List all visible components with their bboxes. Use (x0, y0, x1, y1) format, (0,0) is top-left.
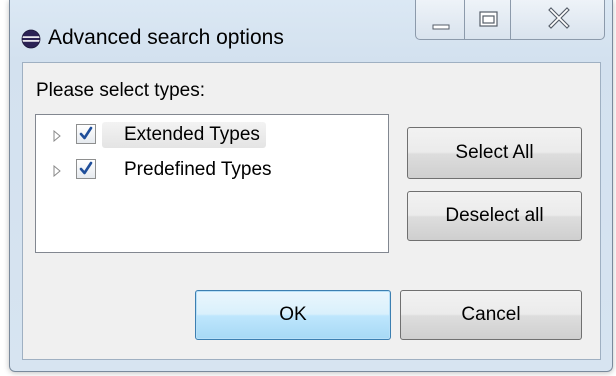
checkmark-icon (79, 126, 93, 140)
expand-arrow-icon[interactable] (52, 129, 62, 143)
deselect-all-button[interactable]: Deselect all (407, 191, 582, 241)
window-title: Advanced search options (48, 26, 284, 49)
caption-buttons (415, 0, 605, 42)
minimize-button[interactable] (415, 0, 465, 40)
minimize-icon (432, 24, 450, 30)
dialog-body: Please select types: Extended Types Pred… (22, 62, 601, 360)
tree-item-predefined-types[interactable]: Predefined Types (36, 155, 336, 185)
select-types-label: Please select types: (36, 80, 205, 101)
maximize-icon (479, 11, 498, 27)
close-icon (548, 7, 570, 29)
dialog-window: Advanced search options Please select ty… (9, 0, 613, 372)
types-tree[interactable]: Extended Types Predefined Types (35, 114, 389, 253)
title-bar[interactable]: Advanced search options (10, 0, 612, 58)
close-button[interactable] (510, 0, 605, 40)
eclipse-icon (21, 29, 41, 49)
tree-item-extended-types[interactable]: Extended Types (36, 120, 336, 150)
checkbox-extended-types[interactable] (76, 124, 96, 144)
tree-item-label: Extended Types (102, 122, 266, 148)
tree-item-label: Predefined Types (124, 159, 272, 180)
expand-arrow-icon[interactable] (52, 164, 62, 178)
select-all-button[interactable]: Select All (407, 127, 582, 179)
cancel-button[interactable]: Cancel (400, 290, 582, 340)
ok-button[interactable]: OK (195, 290, 391, 340)
checkmark-icon (79, 161, 93, 175)
maximize-button[interactable] (464, 0, 511, 40)
checkbox-predefined-types[interactable] (76, 159, 96, 179)
